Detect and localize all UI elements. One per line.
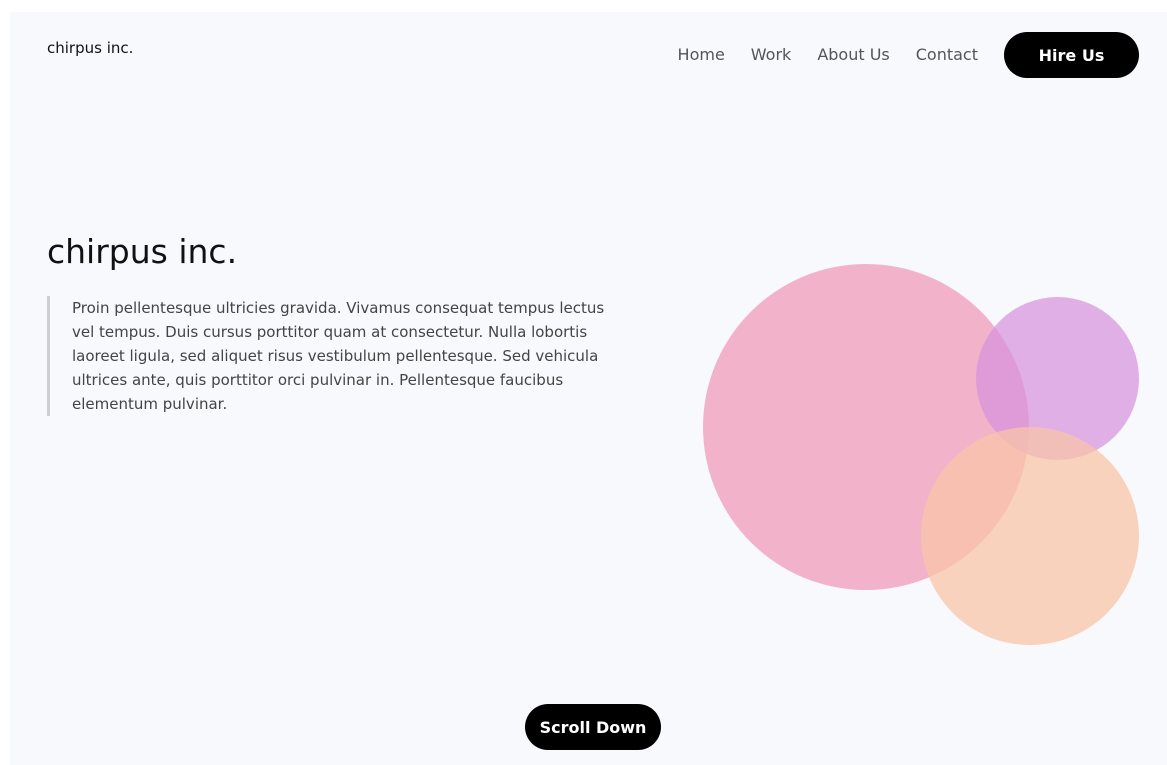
site-logo[interactable]: chirpus inc. xyxy=(47,38,133,58)
hero-description: Proin pellentesque ultricies gravida. Vi… xyxy=(47,296,617,416)
hero-title: chirpus inc. xyxy=(47,232,238,271)
scroll-down-button[interactable]: Scroll Down xyxy=(525,704,661,750)
pink-circle xyxy=(703,264,1029,590)
purple-circle xyxy=(976,297,1139,460)
nav-link-work[interactable]: Work xyxy=(751,45,792,65)
peach-circle xyxy=(921,427,1139,645)
hire-us-button[interactable]: Hire Us xyxy=(1004,32,1139,78)
nav-link-contact[interactable]: Contact xyxy=(916,45,978,65)
nav-link-home[interactable]: Home xyxy=(678,45,725,65)
nav-link-about-us[interactable]: About Us xyxy=(817,45,889,65)
main-nav: Home Work About Us Contact Hire Us xyxy=(678,32,1139,78)
landing-page: chirpus inc. Home Work About Us Contact … xyxy=(10,12,1167,765)
